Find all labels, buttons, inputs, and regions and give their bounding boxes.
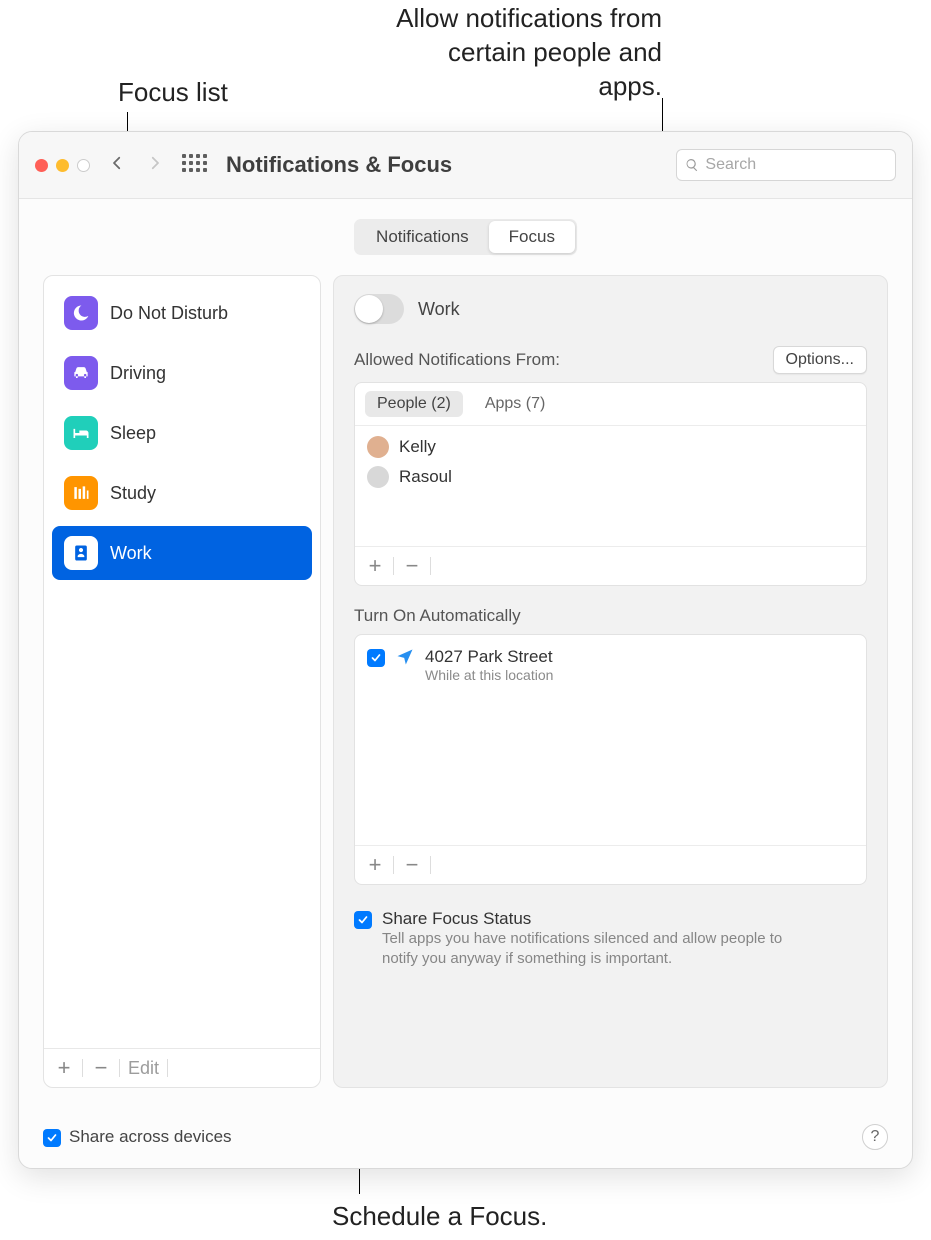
sidebar-item-label: Do Not Disturb [110, 303, 228, 324]
remove-focus-button[interactable]: − [91, 1055, 111, 1081]
minimize-icon[interactable] [56, 159, 69, 172]
help-button[interactable]: ? [862, 1124, 888, 1150]
location-icon [395, 647, 415, 672]
sidebar-item-label: Sleep [110, 423, 156, 444]
bottom-bar: Share across devices ? [43, 1124, 888, 1150]
chevron-right-icon [146, 154, 164, 172]
segmented-control: Notifications Focus [354, 219, 577, 255]
sidebar-item-do-not-disturb[interactable]: Do Not Disturb [52, 286, 312, 340]
sidebar-item-driving[interactable]: Driving [52, 346, 312, 400]
auto-item-text: 4027 Park Street While at this location [425, 647, 553, 683]
bed-icon [64, 416, 98, 450]
focus-toggle[interactable] [354, 294, 404, 324]
sidebar-item-label: Driving [110, 363, 166, 384]
focus-list: Do Not Disturb Driving Sleep [44, 276, 320, 1048]
allowed-panel: People (2) Apps (7) Kelly Rasoul + [354, 382, 867, 586]
preferences-window: Notifications & Focus Notifications Focu… [18, 131, 913, 1169]
divider [82, 1059, 83, 1077]
auto-item-title: 4027 Park Street [425, 647, 553, 667]
divider [393, 557, 394, 575]
auto-panel-footer: + − [355, 845, 866, 884]
checkmark-icon [46, 1132, 58, 1144]
divider [430, 557, 431, 575]
checkbox-checked[interactable] [367, 649, 385, 667]
share-status-desc: Tell apps you have notifications silence… [382, 929, 802, 970]
people-list: Kelly Rasoul [355, 426, 866, 546]
allowed-section-header: Allowed Notifications From: Options... [354, 346, 867, 374]
callout-schedule: Schedule a Focus. [332, 1200, 547, 1234]
share-across-devices-row: Share across devices [43, 1127, 232, 1147]
tab-apps[interactable]: Apps (7) [473, 391, 557, 417]
search-icon [685, 157, 699, 173]
sidebar-item-label: Study [110, 483, 156, 504]
allowed-tab-bar: People (2) Apps (7) [355, 383, 866, 426]
tab-people[interactable]: People (2) [365, 391, 463, 417]
search-field[interactable] [676, 149, 896, 181]
back-button[interactable] [106, 151, 128, 179]
turn-on-label: Turn On Automatically [354, 606, 867, 626]
window-toolbar: Notifications & Focus [19, 132, 912, 199]
share-focus-status-row: Share Focus Status Tell apps you have no… [354, 905, 867, 974]
focus-detail: Work Allowed Notifications From: Options… [333, 275, 888, 1088]
window-title: Notifications & Focus [226, 152, 452, 178]
person-name: Kelly [399, 437, 436, 457]
car-icon [64, 356, 98, 390]
window-controls [35, 159, 90, 172]
remove-schedule-button[interactable]: − [402, 852, 422, 878]
auto-panel: 4027 Park Street While at this location … [354, 634, 867, 885]
add-schedule-button[interactable]: + [365, 852, 385, 878]
books-icon [64, 476, 98, 510]
divider [119, 1059, 120, 1077]
close-icon[interactable] [35, 159, 48, 172]
divider [393, 856, 394, 874]
checkmark-icon [370, 652, 382, 664]
badge-icon [64, 536, 98, 570]
divider [430, 856, 431, 874]
person-name: Rasoul [399, 467, 452, 487]
list-item[interactable]: Rasoul [365, 462, 856, 492]
share-devices-checkbox[interactable] [43, 1129, 61, 1147]
tab-notifications[interactable]: Notifications [356, 221, 489, 253]
share-devices-label: Share across devices [69, 1127, 232, 1147]
share-status-title: Share Focus Status [382, 909, 802, 929]
sidebar-item-sleep[interactable]: Sleep [52, 406, 312, 460]
moon-icon [64, 296, 98, 330]
edit-button[interactable]: Edit [128, 1058, 159, 1079]
avatar [367, 436, 389, 458]
sidebar-item-label: Work [110, 543, 152, 564]
apps-grid-icon[interactable] [182, 154, 204, 176]
divider [167, 1059, 168, 1077]
chevron-left-icon [108, 154, 126, 172]
allowed-panel-footer: + − [355, 546, 866, 585]
checkmark-icon [357, 914, 369, 926]
add-focus-button[interactable]: + [54, 1055, 74, 1081]
avatar [367, 466, 389, 488]
callout-allow-notifications: Allow notifications from certain people … [382, 2, 662, 103]
focus-toggle-row: Work [354, 294, 867, 324]
search-input[interactable] [705, 156, 887, 174]
maximize-icon [77, 159, 90, 172]
options-button[interactable]: Options... [773, 346, 867, 374]
sidebar-footer: + − Edit [44, 1048, 320, 1087]
tab-focus[interactable]: Focus [489, 221, 575, 253]
add-person-button[interactable]: + [365, 553, 385, 579]
remove-person-button[interactable]: − [402, 553, 422, 579]
share-status-text: Share Focus Status Tell apps you have no… [382, 909, 802, 970]
auto-list-item[interactable]: 4027 Park Street While at this location [355, 635, 866, 695]
auto-item-subtitle: While at this location [425, 667, 553, 683]
sidebar-item-work[interactable]: Work [52, 526, 312, 580]
share-status-checkbox[interactable] [354, 911, 372, 929]
focus-toggle-label: Work [418, 299, 460, 320]
list-item[interactable]: Kelly [365, 432, 856, 462]
tab-segmented-control: Notifications Focus [19, 219, 912, 255]
callout-focus-list: Focus list [118, 76, 228, 110]
forward-button [144, 151, 166, 179]
allowed-label: Allowed Notifications From: [354, 350, 560, 370]
focus-sidebar: Do Not Disturb Driving Sleep [43, 275, 321, 1088]
content-area: Do Not Disturb Driving Sleep [19, 255, 912, 1108]
sidebar-item-study[interactable]: Study [52, 466, 312, 520]
spacer [355, 695, 866, 845]
toggle-knob [355, 295, 383, 323]
